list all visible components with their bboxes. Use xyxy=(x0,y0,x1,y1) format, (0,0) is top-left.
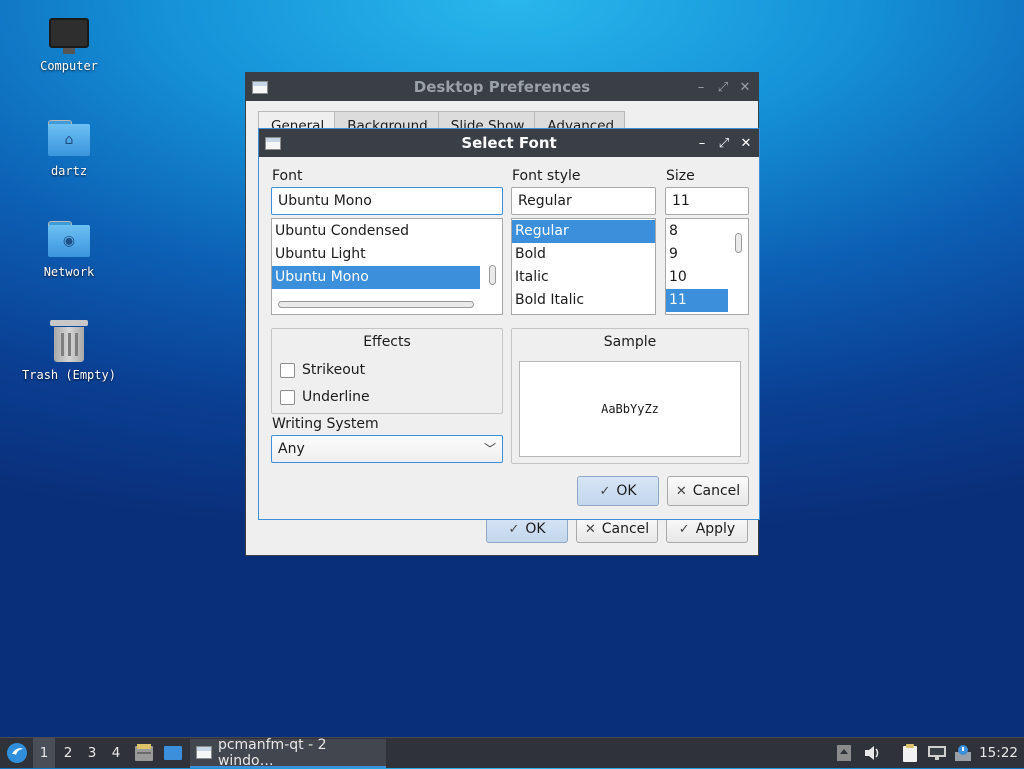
clock[interactable]: 15:22 xyxy=(979,738,1018,768)
home-folder-icon: ⌂ xyxy=(48,120,90,156)
button-label: Cancel xyxy=(692,483,741,499)
window-icon xyxy=(265,136,281,150)
underline-checkbox[interactable]: Underline xyxy=(280,389,370,405)
size-list[interactable]: 8 9 10 11 xyxy=(665,218,749,315)
font-label: Font xyxy=(272,168,303,184)
font-input[interactable]: Ubuntu Mono xyxy=(271,187,503,215)
effects-group: Effects Strikeout Underline xyxy=(271,328,503,414)
font-style-label: Font style xyxy=(512,168,581,184)
list-item-selected[interactable]: Ubuntu Mono xyxy=(272,266,480,289)
workspace-4[interactable]: 4 xyxy=(105,738,127,768)
font-list[interactable]: Ubuntu Condensed Ubuntu Light Ubuntu Mon… xyxy=(271,218,503,315)
window-icon xyxy=(196,746,212,759)
list-item[interactable]: Bold Italic xyxy=(512,289,655,312)
select-font-titlebar[interactable]: Select Font – ⤢ ✕ xyxy=(259,129,759,157)
window-icon xyxy=(252,80,268,94)
font-style-input[interactable]: Regular xyxy=(511,187,656,215)
strikeout-checkbox[interactable]: Strikeout xyxy=(280,362,365,378)
desktop-icon-label: Computer xyxy=(40,59,98,73)
list-item-selected[interactable]: Regular xyxy=(512,220,655,243)
sample-preview: AaBbYyZz xyxy=(519,361,741,457)
font-cancel-button[interactable]: ✕ Cancel xyxy=(667,476,749,506)
start-menu-button[interactable] xyxy=(3,738,31,768)
sample-title: Sample xyxy=(603,334,657,350)
chevron-down-icon: ﹀ xyxy=(483,442,496,456)
desktop-preferences-titlebar[interactable]: Desktop Preferences – ⤢ ✕ xyxy=(246,73,758,101)
effects-title: Effects xyxy=(363,334,411,350)
list-item[interactable]: Ubuntu Condensed xyxy=(272,220,502,243)
volume-button[interactable] xyxy=(860,738,884,768)
size-label: Size xyxy=(666,168,695,184)
taskbar-window-label: pcmanfm-qt - 2 windo… xyxy=(217,736,327,769)
scrollbar-thumb[interactable] xyxy=(735,233,742,253)
desktop-icon-computer[interactable]: Computer xyxy=(14,18,124,73)
check-icon: ✓ xyxy=(599,483,611,499)
list-item[interactable]: Bold xyxy=(512,243,655,266)
check-icon: ✓ xyxy=(678,521,690,537)
desktop-icon-dartz[interactable]: ⌂ dartz xyxy=(14,120,124,178)
checkbox-label: Underline xyxy=(302,389,370,405)
workspace-3[interactable]: 3 xyxy=(81,738,103,768)
close-icon[interactable]: ✕ xyxy=(739,136,753,151)
writing-system-label: Writing System xyxy=(272,416,379,432)
taskbar-window-button[interactable]: pcmanfm-qt - 2 windo… xyxy=(190,736,386,769)
close-icon[interactable]: ✕ xyxy=(738,80,752,95)
window-title: Desktop Preferences xyxy=(413,78,591,96)
desktop-icon-label: Network xyxy=(43,265,95,279)
trash-icon xyxy=(50,320,88,362)
size-list-vscrollbar[interactable] xyxy=(732,219,744,314)
maximize-icon[interactable]: ⤢ xyxy=(716,80,730,95)
cancel-x-icon: ✕ xyxy=(584,521,596,537)
minimize-icon[interactable]: – xyxy=(694,80,708,95)
checkbox-label: Strikeout xyxy=(302,362,366,378)
update-info-icon xyxy=(955,745,971,761)
button-label: Cancel xyxy=(601,521,650,537)
checkbox-box[interactable] xyxy=(280,362,295,378)
font-list-hscrollbar[interactable] xyxy=(278,301,474,308)
writing-system-select[interactable]: Any ﹀ xyxy=(271,435,503,463)
clipboard-button[interactable] xyxy=(898,738,922,768)
button-label: Apply xyxy=(695,521,736,537)
file-manager-icon xyxy=(135,744,153,761)
desktop-icon xyxy=(164,746,182,760)
up-arrow-icon xyxy=(837,745,851,761)
desktop-icon-label: Trash (Empty) xyxy=(22,368,116,382)
workspace-2[interactable]: 2 xyxy=(57,738,79,768)
select-font-dialog: Select Font – ⤢ ✕ Font Ubuntu Mono Ubunt… xyxy=(258,128,760,520)
network-folder-icon: ◉ xyxy=(48,221,90,257)
desktop-icon-label: dartz xyxy=(50,164,88,178)
font-ok-button[interactable]: ✓ OK xyxy=(577,476,659,506)
button-label: OK xyxy=(616,483,637,499)
network-icon xyxy=(928,746,946,760)
taskbar: 1 2 3 4 pcmanfm-qt - 2 windo… 15:22 xyxy=(0,736,1024,769)
sample-group: Sample AaBbYyZz xyxy=(511,328,749,464)
tray-expand-button[interactable] xyxy=(834,738,854,768)
font-list-vscrollbar[interactable] xyxy=(486,219,498,314)
font-style-list[interactable]: Regular Bold Italic Bold Italic xyxy=(511,218,656,315)
list-item[interactable]: Ubuntu Light xyxy=(272,243,502,266)
button-label: OK xyxy=(525,521,546,537)
network-button[interactable] xyxy=(925,738,949,768)
scrollbar-thumb[interactable] xyxy=(489,265,496,285)
dialog-title: Select Font xyxy=(461,134,557,152)
check-icon: ✓ xyxy=(508,521,520,537)
cancel-x-icon: ✕ xyxy=(675,483,687,499)
list-item[interactable]: Italic xyxy=(512,266,655,289)
size-input[interactable]: 11 xyxy=(665,187,749,215)
desktop-icon-network[interactable]: ◉ Network xyxy=(14,221,124,279)
desktop-icon-trash[interactable]: Trash (Empty) xyxy=(14,320,124,382)
lxqt-logo-icon xyxy=(7,743,27,763)
volume-icon xyxy=(865,746,879,760)
show-desktop-button[interactable] xyxy=(160,738,186,768)
file-manager-launcher[interactable] xyxy=(132,738,156,768)
list-item-selected[interactable]: 11 xyxy=(666,289,728,312)
checkbox-box[interactable] xyxy=(280,389,295,405)
clipboard-icon xyxy=(903,744,917,762)
computer-icon xyxy=(49,18,89,54)
workspace-1[interactable]: 1 xyxy=(33,738,55,768)
maximize-icon[interactable]: ⤢ xyxy=(717,136,731,151)
writing-system-value: Any xyxy=(278,441,305,457)
minimize-icon[interactable]: – xyxy=(695,136,709,151)
update-notifier-button[interactable] xyxy=(951,738,975,768)
